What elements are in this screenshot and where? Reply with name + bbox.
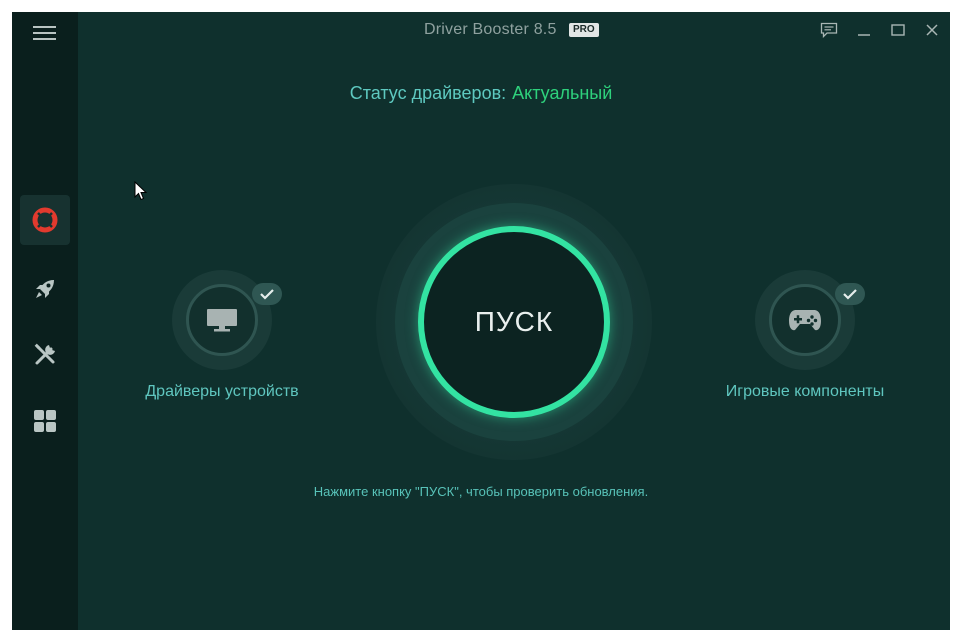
status-label: Статус драйверов: (349, 83, 507, 103)
monitor-icon (207, 309, 237, 332)
check-icon (260, 289, 274, 300)
gamepad-icon (789, 310, 821, 331)
sidebar-item-tools[interactable] (20, 330, 70, 380)
window-title: Driver Booster 8.5 (424, 21, 557, 38)
message-icon (820, 22, 838, 38)
menu-icon[interactable] (33, 25, 57, 41)
checkmark-badge (835, 283, 865, 305)
scan-hint: Нажмите кнопку "ПУСК", чтобы проверить о… (313, 484, 649, 499)
sidebar-item-boost[interactable] (20, 264, 70, 314)
tools-icon (34, 343, 55, 365)
checkmark-badge (252, 283, 282, 305)
feature-label: Драйверы устройств (145, 383, 299, 400)
grid-icon (34, 410, 56, 432)
minimize-icon (858, 34, 870, 36)
maximize-icon (891, 24, 905, 36)
check-icon (843, 289, 857, 300)
feature-device-drivers[interactable]: Драйверы устройств (122, 270, 322, 410)
pro-badge: PRO (569, 23, 599, 37)
sidebar (12, 12, 78, 630)
feature-label: Игровые компоненты (725, 383, 885, 400)
maximize-button[interactable] (889, 21, 907, 39)
sidebar-item-scan[interactable] (20, 195, 70, 245)
mouse-cursor-icon (134, 181, 148, 201)
close-icon (926, 24, 938, 36)
lifebuoy-icon (32, 207, 58, 233)
feedback-button[interactable] (820, 21, 838, 39)
feature-inner-ring (769, 284, 841, 356)
title-bar: Driver Booster 8.5 PRO (78, 12, 950, 50)
minimize-button[interactable] (855, 21, 873, 39)
feature-game-components[interactable]: Игровые компоненты (705, 270, 905, 410)
close-button[interactable] (923, 21, 941, 39)
status-value: Актуальный (512, 83, 613, 103)
rocket-icon (36, 280, 54, 298)
scan-button[interactable]: ПУСК (418, 226, 610, 418)
sidebar-item-action-center[interactable] (20, 396, 70, 446)
feature-inner-ring (186, 284, 258, 356)
driver-status: Статус драйверов: Актуальный (12, 83, 950, 104)
app-window: Driver Booster 8.5 PRO Статус драйверов:… (12, 12, 950, 630)
